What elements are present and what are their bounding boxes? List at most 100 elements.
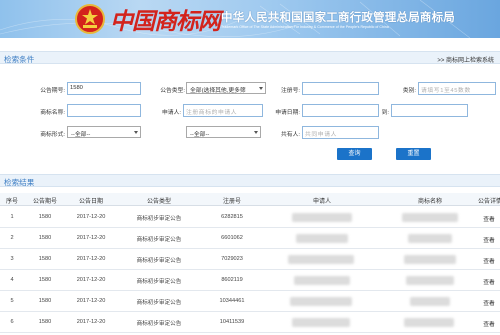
cell-seq: 1 <box>10 214 14 220</box>
tm-form-select[interactable]: --全部-- <box>67 126 141 138</box>
tm-name-redacted <box>402 213 458 222</box>
secondary-select[interactable]: --全部-- <box>186 126 261 138</box>
col-issue: 公告期号 <box>32 199 57 205</box>
cell-reg-no: 6601062 <box>221 235 243 241</box>
online-search-link[interactable]: >> 商标网上检索系统 <box>437 55 494 64</box>
col-date: 公告日期 <box>78 199 103 205</box>
tm-form-value: --全部-- <box>71 132 91 138</box>
col-detail: 公告详情 <box>478 199 500 205</box>
col-tm-name: 商标名称 <box>417 199 442 205</box>
issue-no-input[interactable]: 1580 <box>67 82 141 95</box>
cell-seq: 5 <box>10 298 14 304</box>
chevron-down-icon <box>259 87 263 90</box>
applicant-redacted <box>294 276 350 285</box>
view-detail-link[interactable]: 查看 <box>478 319 500 328</box>
tm-name-redacted <box>408 234 452 243</box>
agency-title-en: Trademark Office of The State Administra… <box>221 25 389 29</box>
cell-issue: 1580 <box>38 319 52 325</box>
table-row: 1 1580 2017-12-20 商标初步审定公告 6282815 查看 <box>0 207 500 228</box>
cell-type: 商标初步审定公告 <box>136 258 182 264</box>
cell-date: 2017-12-20 <box>76 277 106 283</box>
query-button[interactable]: 查询 <box>337 148 372 160</box>
cell-type: 商标初步审定公告 <box>136 216 182 222</box>
cell-issue: 1580 <box>38 256 52 262</box>
co-owner-label: 共有人: <box>280 132 300 138</box>
cell-reg-no: 10344461 <box>219 298 245 304</box>
results-section-title: 检索结果 <box>4 178 35 187</box>
announce-type-label: 公告类型: <box>160 88 185 94</box>
secondary-select-value: --全部-- <box>190 132 210 138</box>
reg-no-input[interactable] <box>302 82 379 95</box>
cell-type: 商标初步审定公告 <box>136 321 182 327</box>
table-row: 2 1580 2017-12-20 商标初步审定公告 6601062 查看 <box>0 228 500 249</box>
announce-type-value: 全部(选择其他,更多筛 <box>190 88 246 94</box>
cell-reg-no: 8602119 <box>221 277 243 283</box>
search-section-title: 检索条件 <box>4 55 35 64</box>
tm-name-input[interactable] <box>67 104 141 117</box>
applicant-redacted <box>288 255 354 264</box>
cell-date: 2017-12-20 <box>76 235 106 241</box>
class-label: 类别: <box>402 88 416 94</box>
cell-date: 2017-12-20 <box>76 298 106 304</box>
chevron-down-icon <box>134 131 138 134</box>
date-to-label: 到: <box>381 110 389 116</box>
national-emblem-icon <box>75 4 105 34</box>
table-row: 6 1580 2017-12-20 商标初步审定公告 10411539 查看 <box>0 312 500 333</box>
reg-no-label: 注册号: <box>280 88 300 94</box>
col-seq: 序号 <box>5 199 18 205</box>
agency-title: 中华人民共和国国家工商行政管理总局商标局 <box>221 12 455 24</box>
issue-no-label: 公告期号: <box>40 88 65 94</box>
view-detail-link[interactable]: 查看 <box>478 298 500 307</box>
chevron-down-icon <box>254 131 258 134</box>
applicant-redacted <box>290 297 352 306</box>
reset-button[interactable]: 重置 <box>396 148 431 160</box>
cell-seq: 3 <box>10 256 14 262</box>
cell-reg-no: 6282815 <box>221 214 243 220</box>
cell-type: 商标初步审定公告 <box>136 237 182 243</box>
search-section-bar: 检索条件 >> 商标网上检索系统 <box>0 51 500 64</box>
view-detail-link[interactable]: 查看 <box>478 214 500 223</box>
table-row: 5 1580 2017-12-20 商标初步审定公告 10344461 查看 <box>0 291 500 312</box>
view-detail-link[interactable]: 查看 <box>478 256 500 265</box>
results-section-bar: 检索结果 <box>0 174 500 187</box>
table-row: 3 1580 2017-12-20 商标初步审定公告 7029023 查看 <box>0 249 500 270</box>
cell-issue: 1580 <box>38 235 52 241</box>
cell-date: 2017-12-20 <box>76 319 106 325</box>
cell-issue: 1580 <box>38 298 52 304</box>
cell-type: 商标初步审定公告 <box>136 279 182 285</box>
cell-reg-no: 10411539 <box>219 319 245 325</box>
cell-issue: 1580 <box>38 214 52 220</box>
applicant-input[interactable]: 注册商标的申请人 <box>183 104 263 117</box>
tm-name-redacted <box>404 318 454 327</box>
cell-seq: 4 <box>10 277 14 283</box>
co-owner-input[interactable]: 共同申请人 <box>302 126 379 139</box>
apply-date-end-input[interactable] <box>391 104 468 117</box>
col-applicant: 申请人 <box>312 199 331 205</box>
applicant-label: 申请人: <box>161 110 181 116</box>
view-detail-link[interactable]: 查看 <box>478 277 500 286</box>
tm-name-redacted <box>410 297 450 306</box>
apply-date-label: 申请日期: <box>275 110 300 116</box>
apply-date-start-input[interactable] <box>302 104 379 117</box>
site-logo[interactable]: 中国商标网 <box>110 2 221 36</box>
cell-seq: 2 <box>10 235 14 241</box>
col-reg-no: 注册号 <box>222 199 241 205</box>
cell-reg-no: 7029023 <box>221 256 243 262</box>
tm-name-label: 商标名称: <box>40 110 65 116</box>
applicant-redacted <box>292 213 352 222</box>
header-banner: 中国商标网 中华人民共和国国家工商行政管理总局商标局 Trademark Off… <box>0 0 500 38</box>
table-row: 4 1580 2017-12-20 商标初步审定公告 8602119 查看 <box>0 270 500 291</box>
col-type: 公告类型 <box>146 199 171 205</box>
results-table-header: 序号 公告期号 公告日期 公告类型 注册号 申请人 商标名称 公告详情 <box>0 193 500 206</box>
cell-date: 2017-12-20 <box>76 214 106 220</box>
cell-seq: 6 <box>10 319 14 325</box>
tm-form-label: 商标形式: <box>40 132 65 138</box>
view-detail-link[interactable]: 查看 <box>478 235 500 244</box>
cell-issue: 1580 <box>38 277 52 283</box>
tm-name-redacted <box>404 255 456 264</box>
cell-date: 2017-12-20 <box>76 256 106 262</box>
announce-type-select[interactable]: 全部(选择其他,更多筛 <box>186 82 266 94</box>
class-input[interactable]: 请填写1至45数数 <box>418 82 496 95</box>
tm-name-redacted <box>406 276 454 285</box>
applicant-redacted <box>296 234 348 243</box>
